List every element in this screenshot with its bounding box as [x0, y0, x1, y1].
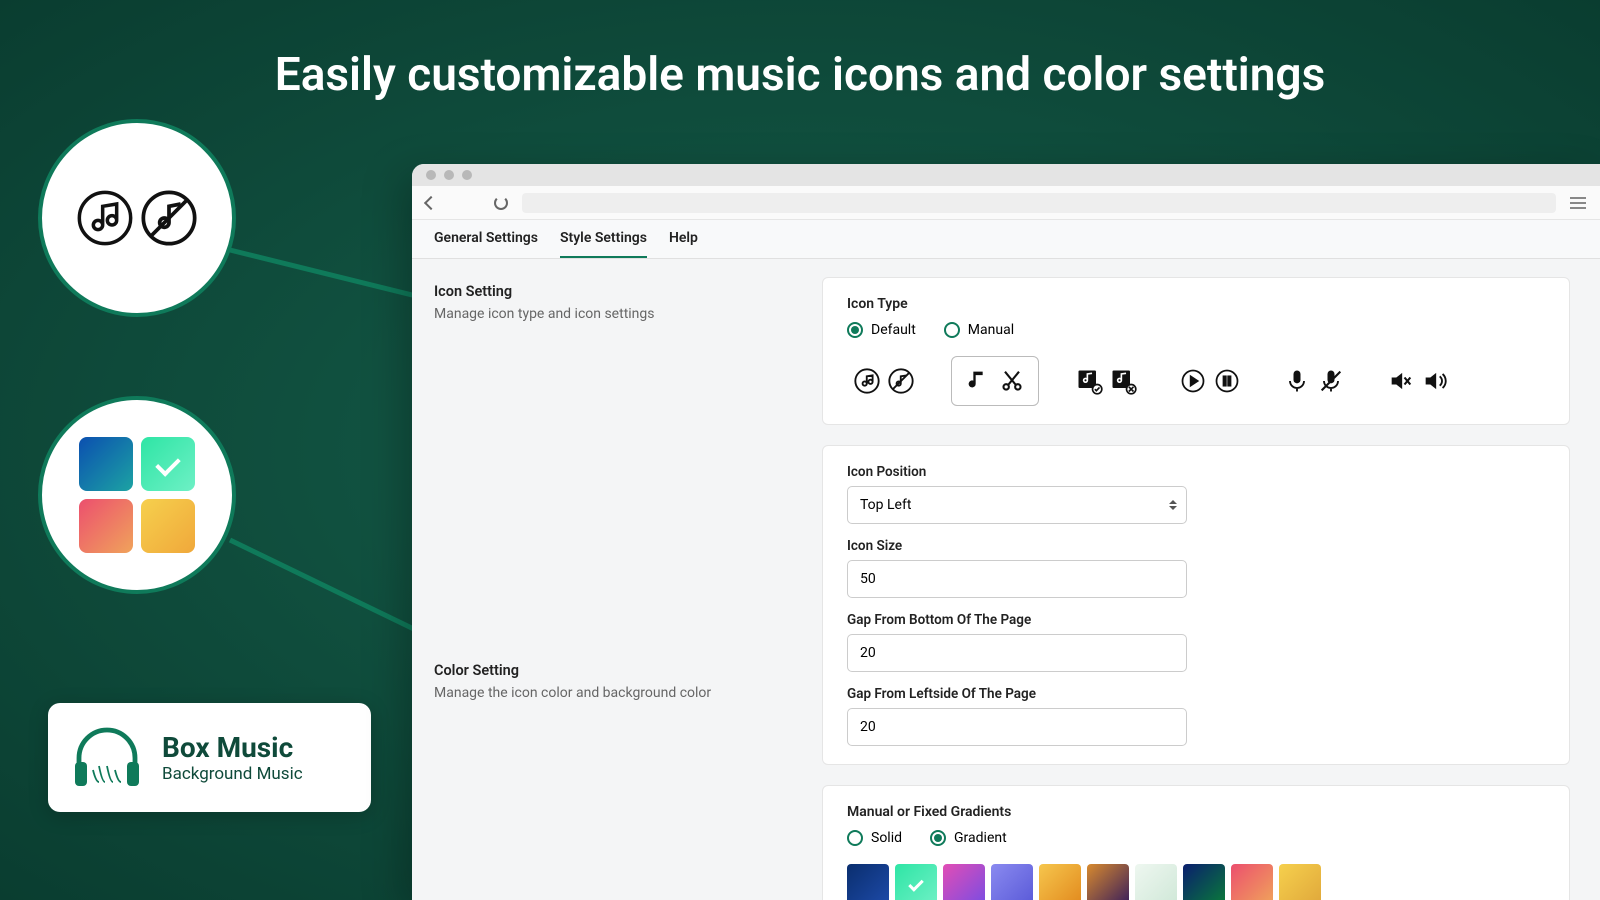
tab-general-settings[interactable]: General Settings	[434, 230, 538, 258]
swatch-amber[interactable]	[1039, 864, 1081, 900]
icon-type-card: Icon Type Default Manual	[822, 277, 1570, 425]
gap-left-input[interactable]	[847, 708, 1187, 746]
album-x-icon	[1109, 367, 1137, 395]
note-icon	[964, 367, 992, 395]
icon-type-label: Icon Type	[847, 296, 1545, 312]
swatch-navy-blue[interactable]	[847, 864, 889, 900]
gap-bottom-label: Gap From Bottom Of The Page	[847, 612, 1545, 628]
tab-style-settings[interactable]: Style Settings	[560, 230, 647, 258]
icon-settings-card: Icon Position Icon Size Gap From Bottom …	[822, 445, 1570, 765]
address-bar-row	[412, 186, 1600, 220]
radio-label: Manual	[968, 322, 1014, 338]
check-icon	[155, 451, 180, 476]
preview-bubble-icons	[38, 119, 236, 317]
address-bar[interactable]	[522, 193, 1556, 213]
swatch-preview	[79, 499, 133, 553]
swatch-gold[interactable]	[1279, 864, 1321, 900]
mic-mute-icon	[1317, 367, 1345, 395]
radio-icon-type-default[interactable]: Default	[847, 322, 916, 338]
gap-left-label: Gap From Leftside Of The Page	[847, 686, 1545, 702]
window-max-icon[interactable]	[462, 170, 472, 180]
music-mute-circle-icon	[141, 190, 197, 246]
swatch-sunset[interactable]	[1231, 864, 1273, 900]
back-icon[interactable]	[424, 195, 438, 209]
icon-position-label: Icon Position	[847, 464, 1545, 480]
icon-preset-music-circle[interactable]	[847, 359, 921, 403]
radio-label: Solid	[871, 830, 902, 846]
swatch-preview	[79, 437, 133, 491]
icon-preset-note-scissors[interactable]	[951, 356, 1039, 406]
window-min-icon[interactable]	[444, 170, 454, 180]
settings-tabs: General Settings Style Settings Help	[412, 220, 1600, 259]
icon-setting-desc: Manage icon type and icon settings	[434, 306, 790, 322]
swatch-preview-selected	[141, 437, 195, 491]
product-subtitle: Background Music	[162, 764, 303, 784]
icon-preset-play-pause[interactable]	[1173, 359, 1247, 403]
swatch-lavender[interactable]	[991, 864, 1033, 900]
icon-preset-row	[847, 356, 1545, 406]
music-mute-icon	[887, 367, 915, 395]
color-mode-label: Manual or Fixed Gradients	[847, 804, 1545, 820]
product-logo-card: Box Music Background Music	[48, 703, 371, 812]
icon-preset-album[interactable]	[1069, 359, 1143, 403]
radio-color-solid[interactable]: Solid	[847, 830, 902, 846]
icon-position-select[interactable]	[847, 486, 1187, 524]
play-icon	[1179, 367, 1207, 395]
window-controls	[412, 164, 1600, 186]
gradient-swatch-row	[847, 864, 1545, 900]
volume-on-icon	[1421, 367, 1449, 395]
icon-preset-volume[interactable]	[1381, 359, 1455, 403]
color-mode-card: Manual or Fixed Gradients Solid Gradient	[822, 785, 1570, 900]
browser-window: General Settings Style Settings Help Ico…	[412, 164, 1600, 900]
color-setting-desc: Manage the icon color and background col…	[434, 685, 790, 701]
icon-preset-microphone[interactable]	[1277, 359, 1351, 403]
album-check-icon	[1075, 367, 1103, 395]
swatch-mint[interactable]	[895, 864, 937, 900]
radio-icon-type-manual[interactable]: Manual	[944, 322, 1014, 338]
volume-mute-icon	[1387, 367, 1415, 395]
product-name: Box Music	[162, 731, 303, 764]
icon-size-input[interactable]	[847, 560, 1187, 598]
check-icon	[908, 876, 924, 892]
icon-size-label: Icon Size	[847, 538, 1545, 554]
color-setting-title: Color Setting	[434, 662, 790, 679]
swatch-royal-emerald[interactable]	[1183, 864, 1225, 900]
swatch-pale-green[interactable]	[1135, 864, 1177, 900]
radio-label: Default	[871, 322, 916, 338]
radio-label: Gradient	[954, 830, 1007, 846]
music-note-circle-icon	[77, 190, 133, 246]
icon-setting-title: Icon Setting	[434, 283, 790, 300]
window-close-icon[interactable]	[426, 170, 436, 180]
swatch-preview	[141, 499, 195, 553]
reload-icon[interactable]	[494, 196, 508, 210]
preview-bubble-swatches	[38, 396, 236, 594]
note-cut-icon	[998, 367, 1026, 395]
swatch-bronze-plum[interactable]	[1087, 864, 1129, 900]
tab-help[interactable]: Help	[669, 230, 698, 258]
radio-color-gradient[interactable]: Gradient	[930, 830, 1007, 846]
mic-icon	[1283, 367, 1311, 395]
gap-bottom-input[interactable]	[847, 634, 1187, 672]
pause-icon	[1213, 367, 1241, 395]
swatch-pink-purple[interactable]	[943, 864, 985, 900]
hero-title: Easily customizable music icons and colo…	[0, 0, 1600, 102]
hamburger-icon[interactable]	[1570, 197, 1586, 209]
headphones-icon	[70, 726, 144, 790]
music-note-icon	[853, 367, 881, 395]
